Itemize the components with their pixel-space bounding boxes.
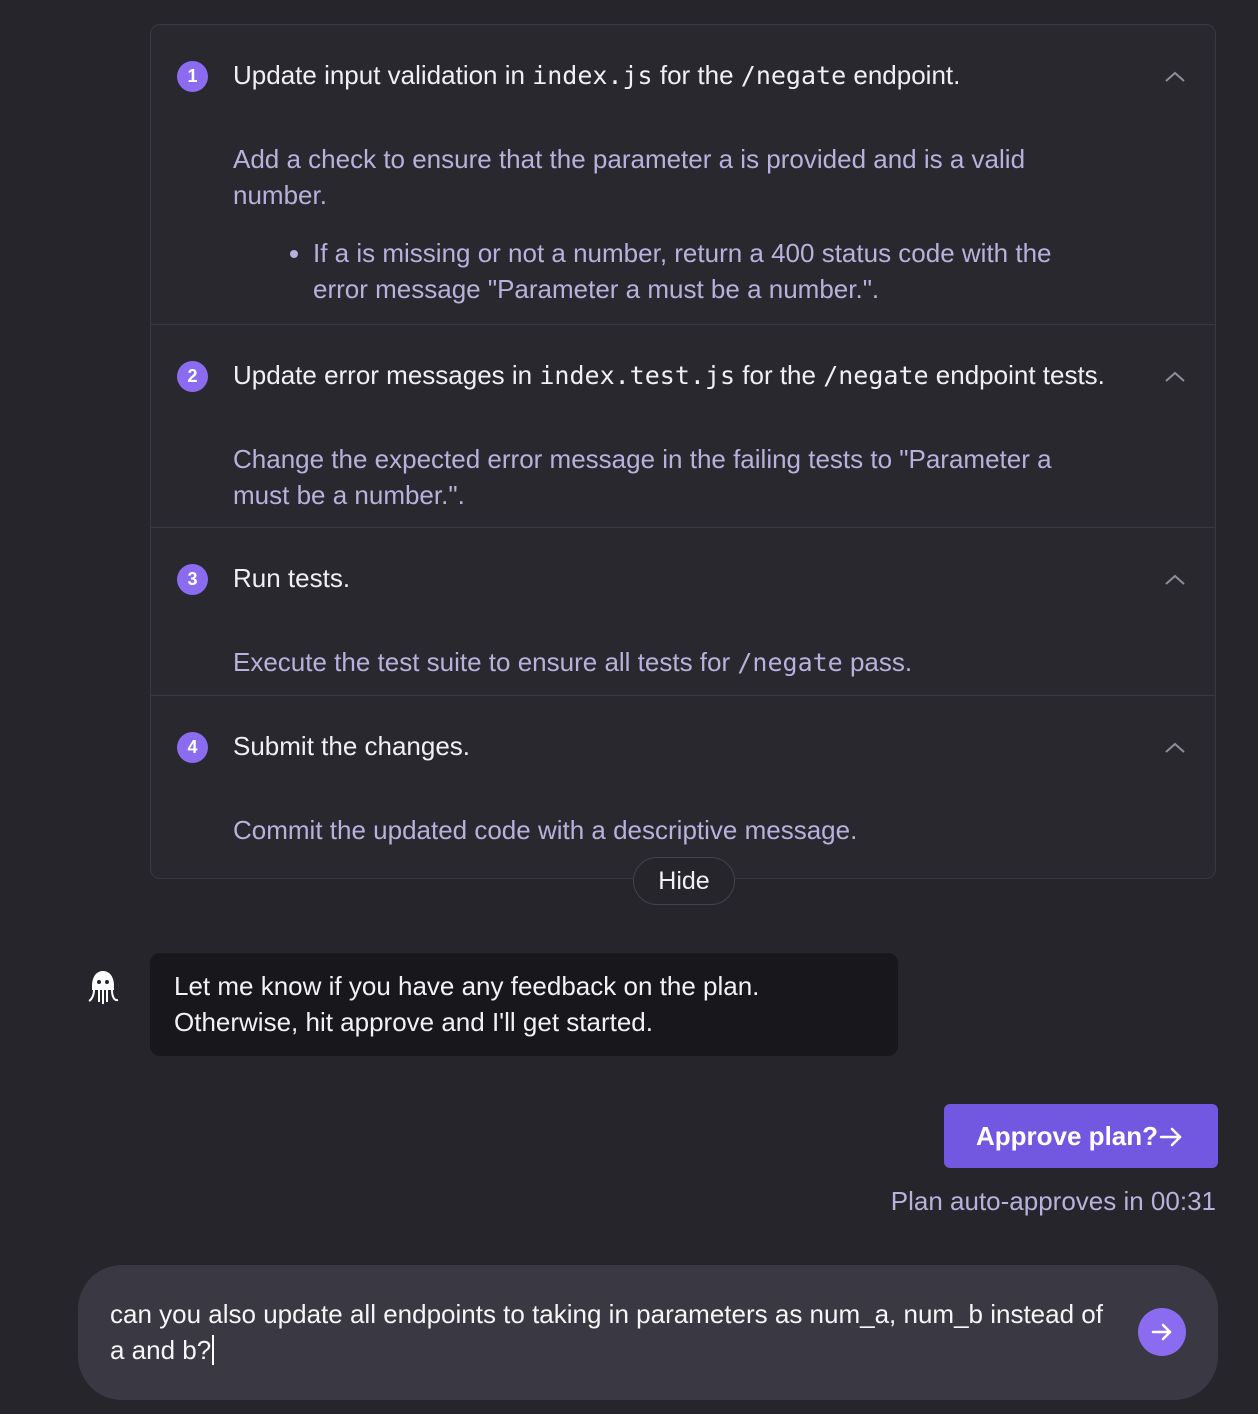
step-title: Run tests. [233,563,351,593]
step-description: Commit the updated code with a descripti… [233,815,858,845]
step-title: Submit the changes. [233,731,471,761]
approve-plan-label: Approve plan? [976,1121,1159,1151]
code-endpoint: /negate [740,61,847,90]
step-number-badge: 3 [177,564,208,595]
chevron-up-icon[interactable] [1163,736,1187,760]
step-bullet-item: If a is missing or not a number, return … [313,235,1095,307]
chat-view: 1 Update input validation in index.js fo… [0,0,1258,1414]
chevron-up-icon[interactable] [1163,568,1187,592]
code-filename: index.test.js [539,361,736,390]
text-caret [212,1335,215,1365]
step-title: Update error messages in index.test.js f… [233,360,1105,390]
assistant-message: Let me know if you have any feedback on … [150,953,898,1056]
plan-step-1: 1 Update input validation in index.js fo… [151,25,1215,325]
approve-plan-button[interactable]: Approve plan? [944,1104,1218,1168]
plan-step-4-header[interactable]: 4 Submit the changes. [151,696,1215,796]
plan-step-1-header[interactable]: 1 Update input validation in index.js fo… [151,25,1215,125]
plan-step-3: 3 Run tests. Execute the test suite to e… [151,528,1215,696]
step-number-badge: 2 [177,361,208,392]
step-description: Execute the test suite to ensure all tes… [233,647,913,677]
arrow-right-icon [1151,1323,1172,1341]
plan-step-4: 4 Submit the changes. Commit the updated… [151,696,1215,878]
send-button[interactable] [1138,1308,1186,1356]
octopus-icon [88,971,119,1004]
hide-plan-button[interactable]: Hide [633,857,735,905]
chevron-up-icon[interactable] [1163,365,1187,389]
step-description: Change the expected error message in the… [233,444,1052,510]
message-composer[interactable]: can you also update all endpoints to tak… [78,1265,1218,1400]
plan-step-2: 2 Update error messages in index.test.js… [151,325,1215,528]
message-input[interactable]: can you also update all endpoints to tak… [110,1296,1110,1368]
step-description: Add a check to ensure that the parameter… [233,141,1095,307]
code-endpoint: /negate [737,648,843,677]
code-endpoint: /negate [823,361,929,390]
step-number-badge: 4 [177,732,208,763]
plan-card: 1 Update input validation in index.js fo… [150,24,1216,879]
assistant-message-line: Otherwise, hit approve and I'll get star… [174,1007,653,1037]
chevron-up-icon[interactable] [1163,65,1187,89]
plan-step-2-header[interactable]: 2 Update error messages in index.test.js… [151,325,1215,425]
step-title: Update input validation in index.js for … [233,60,961,90]
plan-step-3-header[interactable]: 3 Run tests. [151,528,1215,628]
step-bullet-list: If a is missing or not a number, return … [233,235,1095,307]
step-number-badge: 1 [177,61,208,92]
arrow-right-icon [1159,1127,1182,1147]
code-filename: index.js [532,61,653,90]
auto-approve-countdown: Plan auto-approves in 00:31 [890,1186,1216,1216]
assistant-message-line: Let me know if you have any feedback on … [174,971,760,1001]
